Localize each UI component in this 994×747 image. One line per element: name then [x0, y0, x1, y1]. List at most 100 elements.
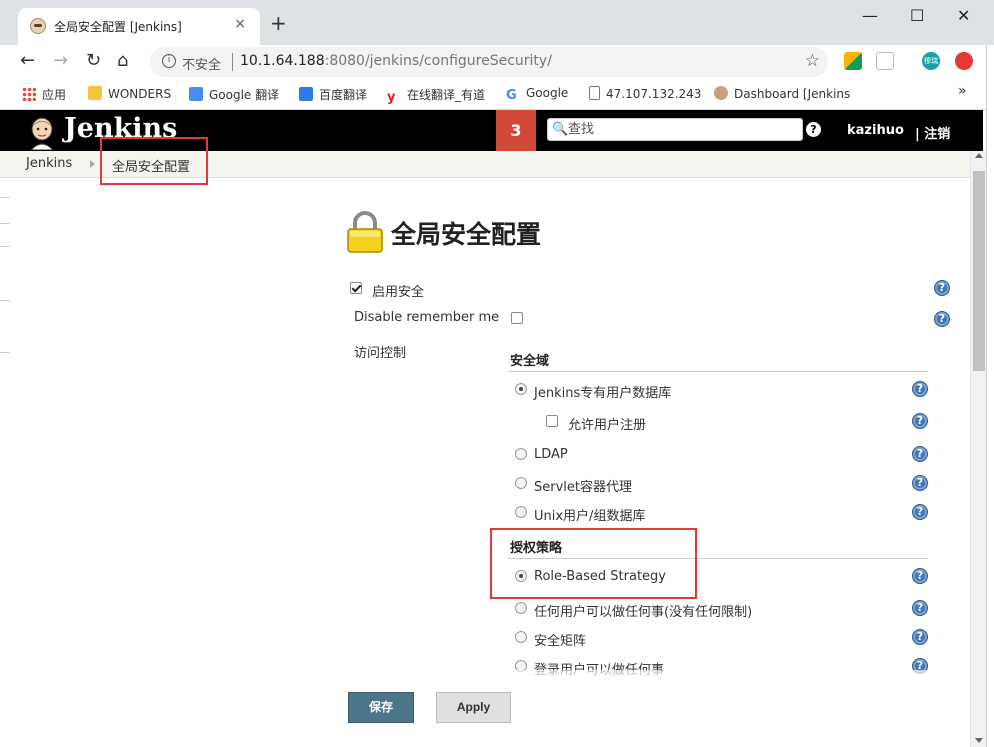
enable-security-checkbox[interactable]	[350, 282, 362, 294]
google-icon: G	[506, 88, 517, 103]
update-icon[interactable]	[955, 52, 973, 70]
bookmarks-more-button[interactable]: »	[958, 83, 967, 99]
jenkins-butler-icon	[30, 117, 54, 150]
bookmark-google-translate[interactable]: Google 翻译	[189, 86, 279, 103]
url-text[interactable]: 10.1.64.188:8080/jenkins/configureSecuri…	[240, 53, 552, 69]
browser-tab-active[interactable]: 全局安全配置 [Jenkins] ×	[18, 8, 260, 45]
scroll-thumb[interactable]	[973, 171, 985, 371]
forward-button[interactable]: →	[53, 50, 68, 72]
tab-close-icon[interactable]: ×	[234, 16, 246, 32]
insecure-label: 不安全	[182, 58, 222, 73]
help-icon[interactable]: ?	[934, 280, 950, 296]
bookmark-google[interactable]: G Google	[506, 86, 568, 103]
scroll-up-icon[interactable]	[975, 153, 983, 158]
side-divider	[0, 352, 10, 353]
breadcrumb-arrow-icon[interactable]	[90, 160, 95, 168]
help-icon[interactable]: ?	[912, 568, 928, 584]
help-icon[interactable]: ?	[912, 504, 928, 520]
breadcrumb-jenkins[interactable]: Jenkins	[26, 156, 72, 171]
profile-avatar[interactable]: 穆瑞	[922, 52, 940, 70]
search-input[interactable]	[568, 121, 798, 138]
auth-role-based-label: Role-Based Strategy	[534, 569, 666, 584]
realm-unix-radio[interactable]	[515, 506, 527, 518]
window-maximize-button[interactable]: ☐	[910, 6, 924, 25]
help-icon[interactable]: ?	[912, 413, 928, 429]
breadcrumb-current[interactable]: 全局安全配置	[112, 156, 190, 175]
save-button[interactable]: 保存	[348, 692, 414, 723]
address-separator	[232, 53, 233, 71]
realm-ldap-radio[interactable]	[515, 448, 527, 460]
page-scrollbar[interactable]	[970, 151, 986, 747]
bookmark-wonders[interactable]: WONDERS	[88, 86, 171, 101]
search-icon: 🔍	[552, 122, 569, 137]
allow-signup-label: 允许用户注册	[568, 418, 647, 433]
auth-anyone-label: 任何用户可以做任何事(没有任何限制)	[534, 605, 753, 620]
url-path: :8080/jenkins/configureSecurity/	[324, 53, 552, 69]
browser-toolbar: ← → ↻ ⌂ i 不安全 10.1.64.188:8080/jenkins/c…	[0, 45, 994, 78]
youdao-icon: y	[387, 90, 396, 105]
side-divider	[0, 223, 10, 224]
realm-jenkins-db-radio[interactable]	[515, 383, 527, 395]
apply-button[interactable]: Apply	[436, 692, 511, 723]
jenkins-favicon-icon	[30, 18, 46, 34]
home-button[interactable]: ⌂	[117, 50, 128, 72]
help-icon[interactable]: ?	[912, 381, 928, 397]
authorization-header: 授权策略	[510, 541, 563, 556]
bookmark-apps[interactable]: 应用	[22, 86, 66, 103]
address-bar[interactable]: i 不安全 10.1.64.188:8080/jenkins/configure…	[150, 47, 828, 77]
page-title: 全局安全配置	[391, 220, 542, 249]
notification-badge[interactable]: 3	[496, 110, 536, 151]
section-divider	[508, 558, 928, 559]
bookmark-baidu-translate[interactable]: 百度翻译	[299, 86, 367, 103]
enable-security-label: 启用安全	[372, 285, 425, 300]
help-icon[interactable]: ?	[934, 311, 950, 327]
new-tab-button[interactable]: +	[270, 13, 287, 33]
help-icon[interactable]: ?	[912, 629, 928, 645]
baidu-translate-icon	[299, 87, 313, 101]
disable-remember-me-checkbox[interactable]	[511, 312, 523, 324]
site-info-icon[interactable]: i	[162, 54, 176, 68]
bookmark-ip[interactable]: 47.107.132.243	[589, 86, 701, 101]
window-close-button[interactable]: ✕	[957, 6, 970, 25]
extension-icon[interactable]	[844, 52, 862, 70]
logout-link[interactable]: | 注销	[915, 123, 950, 142]
google-translate-icon	[189, 87, 203, 101]
jenkins-bookmark-icon	[714, 86, 728, 100]
bookmark-star-icon[interactable]: ☆	[805, 51, 820, 71]
back-button[interactable]: ←	[20, 50, 35, 72]
jenkins-header: Jenkins 3 🔍 ? kazihuo | 注销	[0, 110, 983, 151]
auth-matrix-radio[interactable]	[515, 631, 527, 643]
realm-servlet-label: Servlet容器代理	[534, 480, 632, 495]
security-realm-header: 安全域	[510, 354, 550, 369]
bookmark-dashboard[interactable]: Dashboard [Jenkins	[714, 86, 850, 101]
browser-tabstrip: 全局安全配置 [Jenkins] × + — ☐ ✕	[0, 0, 994, 45]
page-icon	[589, 86, 600, 100]
jenkins-logo-text[interactable]: Jenkins	[64, 113, 177, 144]
translate-extension-icon[interactable]	[876, 52, 894, 70]
bottom-sticky-bar	[330, 670, 970, 747]
realm-unix-label: Unix用户/组数据库	[534, 509, 646, 524]
side-divider	[0, 246, 10, 247]
realm-jenkins-db-label: Jenkins专有用户数据库	[534, 386, 672, 401]
help-icon[interactable]: ?	[912, 600, 928, 616]
side-divider	[0, 197, 10, 198]
realm-ldap-label: LDAP	[534, 447, 568, 462]
window-frame	[986, 45, 994, 747]
realm-servlet-radio[interactable]	[515, 477, 527, 489]
section-divider	[508, 371, 928, 372]
user-link[interactable]: kazihuo	[847, 123, 904, 138]
bookmark-youdao[interactable]: y 在线翻译_有道	[387, 86, 485, 105]
jenkins-search-box: 🔍	[547, 118, 803, 141]
help-icon[interactable]: ?	[912, 475, 928, 491]
auth-anyone-radio[interactable]	[515, 602, 527, 614]
apps-grid-icon	[22, 87, 36, 101]
search-help-icon[interactable]: ?	[806, 122, 821, 137]
reload-button[interactable]: ↻	[86, 50, 101, 72]
scroll-down-icon[interactable]	[975, 738, 983, 743]
help-icon[interactable]: ?	[912, 446, 928, 462]
tab-title: 全局安全配置 [Jenkins]	[54, 20, 182, 34]
url-host: 10.1.64.188	[240, 53, 325, 69]
auth-role-based-radio[interactable]	[515, 570, 527, 582]
allow-signup-checkbox[interactable]	[546, 415, 558, 427]
window-minimize-button[interactable]: —	[862, 6, 878, 25]
